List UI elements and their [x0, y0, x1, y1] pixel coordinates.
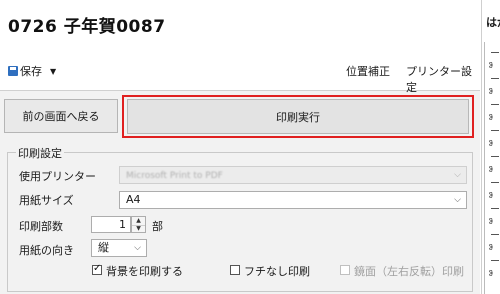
chevron-down-icon[interactable]: ▼ — [50, 67, 56, 76]
printer-settings-button[interactable]: プリンター設定 — [406, 63, 480, 95]
chevron-down-icon: ⌵ — [454, 170, 461, 180]
orientation-label: 用紙の向き — [19, 244, 74, 257]
list-item: ჵ — [489, 218, 493, 226]
orientation-value: 縦 — [98, 241, 109, 254]
list-item — [491, 130, 499, 131]
paper-size-label: 用紙サイズ — [19, 194, 74, 207]
print-execute-button[interactable]: 印刷実行 — [127, 99, 469, 134]
copies-stepper[interactable]: ▲ ▼ — [131, 216, 146, 233]
save-icon — [8, 66, 18, 76]
chevron-down-icon: ⌵ — [134, 243, 141, 253]
copies-input[interactable]: 1 — [91, 216, 131, 233]
list-item: ჵ — [489, 140, 493, 148]
printer-value: Microsoft Print to PDF — [126, 171, 223, 181]
toolbar: 保存 ▼ 位置補正 プリンター設定 — [0, 46, 480, 94]
copies-label: 印刷部数 — [19, 220, 63, 233]
print-settings-legend: 印刷設定 — [16, 145, 64, 161]
preview-panel: はが ჵ ჵ ჵ ჵ ჵ ჵ ჵ ჵ ჵ — [481, 0, 500, 294]
list-item — [491, 156, 499, 157]
list-item: ჵ — [489, 270, 493, 278]
borderless-label: フチなし印刷 — [244, 265, 310, 278]
print-background-label: 背景を印刷する — [106, 265, 183, 278]
save-label: 保存 — [20, 65, 42, 78]
position-correction-button[interactable]: 位置補正 — [346, 63, 390, 79]
list-item — [491, 78, 499, 79]
mirror-print-label: 鏡面（左右反転）印刷 — [354, 265, 464, 278]
preview-list: ჵ ჵ ჵ ჵ ჵ ჵ ჵ ჵ ჵ — [484, 42, 500, 294]
list-item — [491, 52, 499, 53]
preview-heading: はが — [486, 16, 500, 29]
page-title: 0726 子年賀0087 — [8, 17, 166, 37]
list-item — [491, 182, 499, 183]
paper-size-value: A4 — [126, 193, 141, 206]
list-item: ჵ — [489, 192, 493, 200]
decrement-icon[interactable]: ▼ — [132, 225, 145, 233]
mirror-print-checkbox[interactable] — [340, 265, 350, 275]
printer-label: 使用プリンター — [19, 170, 96, 183]
print-background-checkbox[interactable] — [92, 263, 102, 275]
list-item: ჵ — [489, 244, 493, 252]
orientation-select[interactable]: 縦 ⌵ — [91, 239, 147, 257]
printer-select[interactable]: Microsoft Print to PDF ⌵ — [119, 166, 467, 184]
list-item: ჵ — [489, 62, 493, 70]
borderless-checkbox[interactable] — [230, 265, 240, 275]
scrollbar[interactable] — [474, 95, 480, 294]
list-item — [491, 234, 499, 235]
list-item — [491, 260, 499, 261]
chevron-down-icon: ⌵ — [454, 195, 461, 205]
back-button[interactable]: 前の画面へ戻る — [4, 99, 118, 133]
list-item: ჵ — [489, 114, 493, 122]
list-item — [491, 208, 499, 209]
list-item: ჵ — [489, 88, 493, 96]
title-bar: 0726 子年賀0087 — [0, 0, 480, 46]
list-item — [491, 104, 499, 105]
copies-unit: 部 — [152, 220, 163, 233]
save-button[interactable]: 保存 ▼ — [8, 63, 56, 79]
main-panel: 0726 子年賀0087 保存 ▼ 位置補正 プリンター設定 前の画面へ戻る 印… — [0, 0, 480, 294]
paper-size-select[interactable]: A4 ⌵ — [119, 191, 467, 209]
list-item: ჵ — [489, 166, 493, 174]
